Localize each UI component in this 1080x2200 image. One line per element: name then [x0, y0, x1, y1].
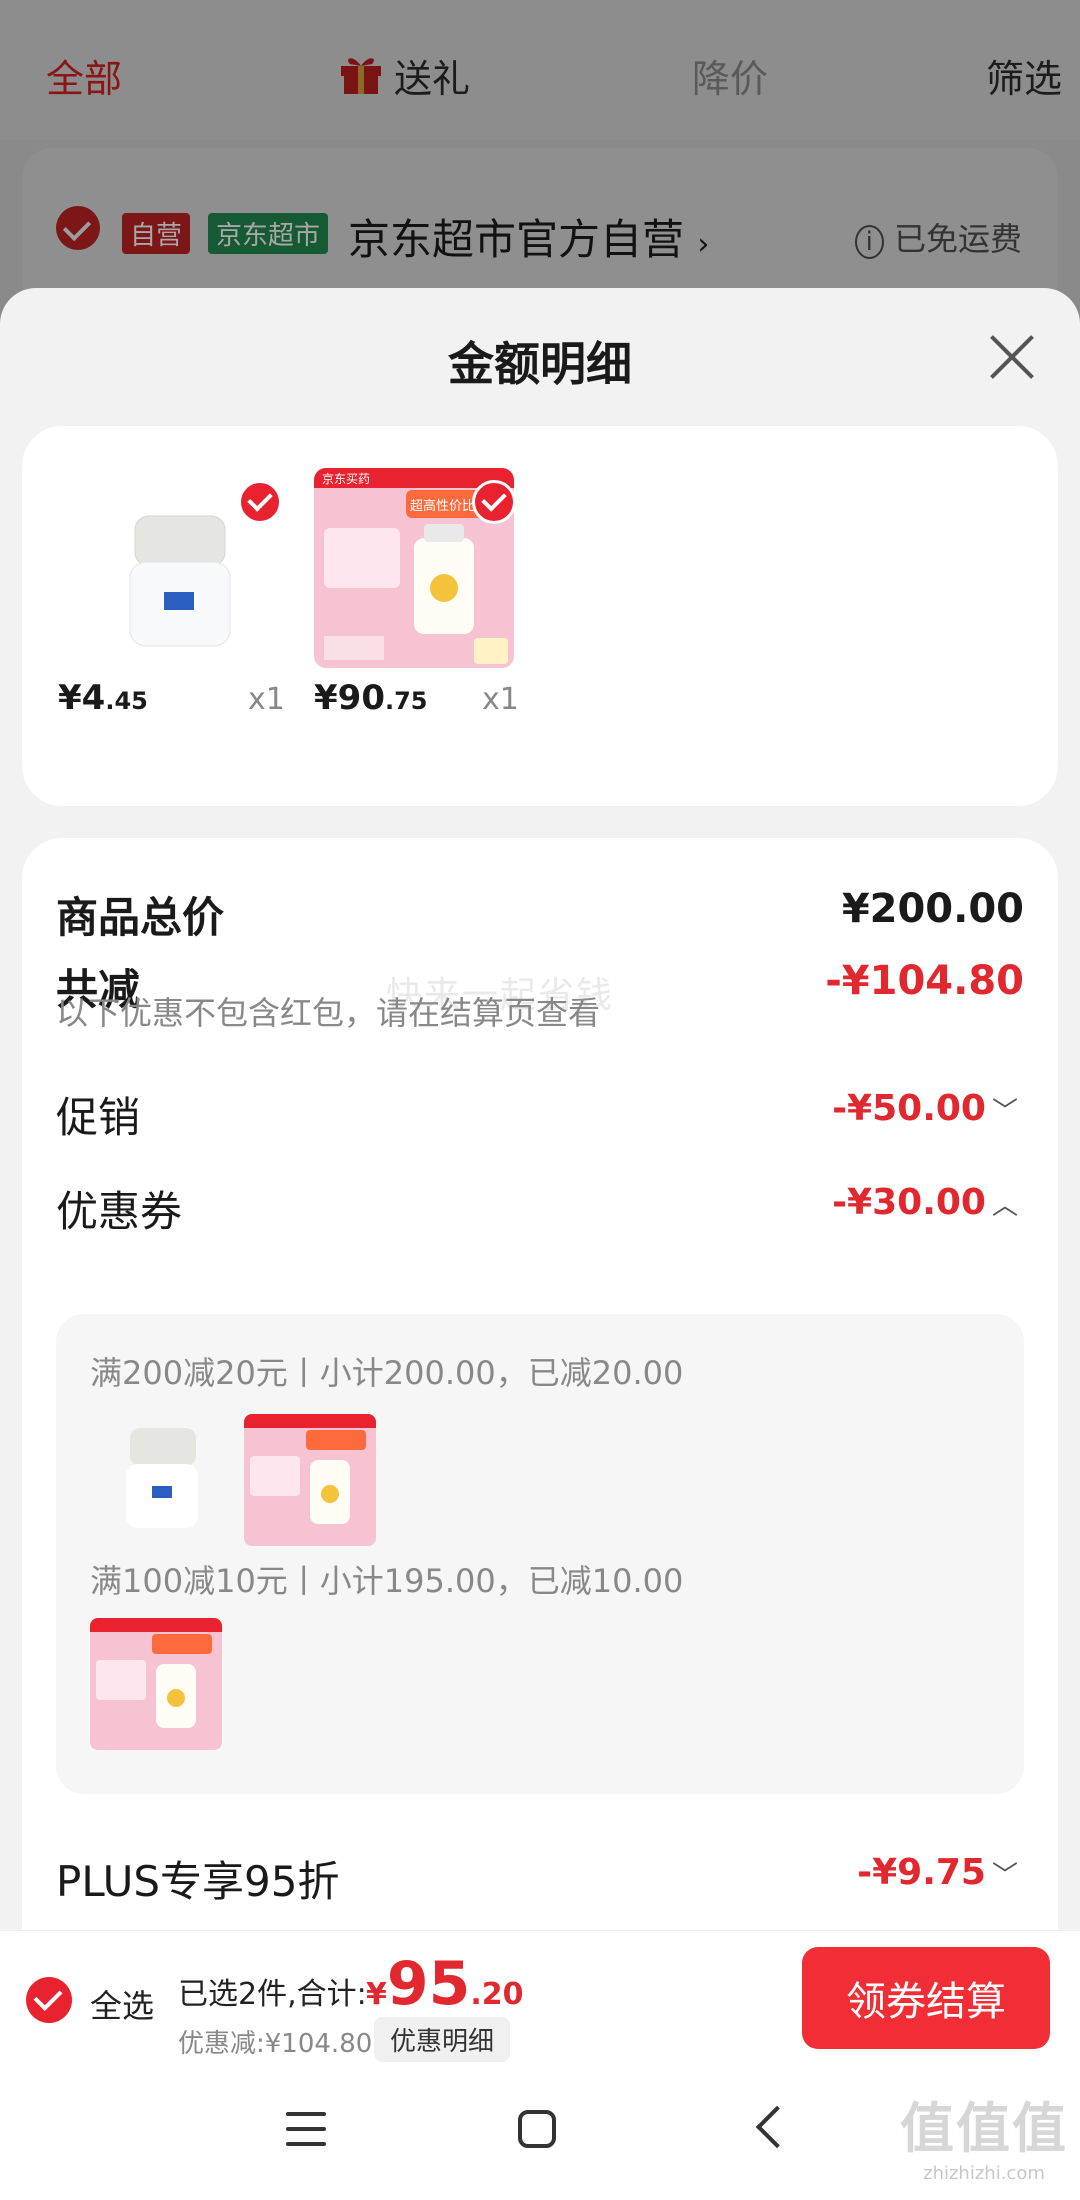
system-nav-bar: 值值值 zhizhizhi.com	[0, 2066, 1080, 2200]
self-operated-tag: 自营	[122, 213, 191, 254]
checkout-bar: 全选 已选2件,合计: ¥95.20 优惠减:¥104.80 优惠明细 领券结算	[0, 1930, 1080, 2067]
menu-icon[interactable]	[286, 2112, 326, 2150]
tab-price-drop[interactable]: 降价	[692, 48, 768, 103]
promo-product-icon	[90, 1618, 222, 1750]
promo-value[interactable]: -¥50.00 ﹀	[832, 1088, 1018, 1129]
svg-text:超高性价比: 超高性价比	[410, 498, 475, 514]
promo-label[interactable]: 促销	[56, 1084, 140, 1145]
site-watermark: 值值值 zhizhizhi.com	[900, 2097, 1068, 2184]
back-icon[interactable]	[755, 2105, 799, 2149]
home-icon[interactable]	[518, 2110, 556, 2148]
total-label: 商品总价	[56, 893, 225, 942]
coupon-line: 满200减20元丨小计200.00，已减20.00	[90, 1354, 684, 1392]
product-qty: x1	[248, 682, 285, 717]
total-value: ¥200.00	[841, 886, 1024, 932]
close-icon[interactable]	[988, 332, 1036, 380]
product-item[interactable]	[80, 468, 282, 668]
product-card: ¥4.45 x1 京东买药 超高性价比 ¥90.75 x1	[22, 426, 1058, 806]
tab-all[interactable]: 全部	[46, 48, 122, 103]
supermarket-tag: 京东超市	[208, 213, 329, 254]
product-check-icon[interactable]	[238, 480, 282, 524]
selected-count: 已选2件,合计:	[178, 1977, 367, 2012]
checkout-button[interactable]: 领券结算	[802, 1947, 1050, 2049]
plus-value[interactable]: -¥9.75 ﹀	[857, 1852, 1018, 1893]
product-price: ¥4.45	[58, 678, 148, 718]
store-name[interactable]: 京东超市官方自营 ›	[348, 206, 709, 267]
info-icon: i	[854, 225, 884, 259]
plus-label[interactable]: PLUS专享95折	[56, 1848, 339, 1909]
tab-filter[interactable]: 筛选	[986, 48, 1062, 103]
svg-text:京东买药: 京东买药	[322, 472, 370, 486]
free-shipping: i 已免运费	[854, 214, 1022, 260]
select-all-label[interactable]: 全选	[90, 1981, 154, 2027]
coupon-line: 满100减10元丨小计195.00，已减10.00	[90, 1562, 684, 1600]
product-check-icon[interactable]	[472, 480, 516, 524]
store-check-icon[interactable]	[56, 206, 100, 250]
coupon-value[interactable]: -¥30.00 ︿	[832, 1182, 1018, 1223]
select-all-check-icon[interactable]	[26, 1977, 72, 2023]
chevron-up-icon: ︿	[991, 1191, 1018, 1221]
sheet-title: 金额明细	[448, 337, 632, 391]
jar-product-icon	[96, 1414, 228, 1546]
chevron-down-icon: ﹀	[991, 1861, 1018, 1891]
coupon-label[interactable]: 优惠券	[56, 1178, 182, 1239]
discount-amount: 优惠减:¥104.80	[178, 2029, 373, 2059]
product-qty: x1	[482, 682, 519, 717]
discount-note: 以下优惠不包含红包，请在结算页查看	[56, 994, 601, 1032]
gift-icon	[341, 58, 381, 94]
reduce-value: -¥104.80	[825, 958, 1024, 1004]
discount-detail-button[interactable]: 优惠明细	[374, 2017, 511, 2062]
total-amount: ¥95.20	[366, 1949, 524, 2019]
tab-gift[interactable]: 送礼	[394, 48, 470, 103]
product-price: ¥90.75	[314, 678, 428, 718]
coupon-detail: 满200减20元丨小计200.00，已减20.00 满100减10元丨小计195…	[56, 1314, 1024, 1794]
promo-product-icon	[244, 1414, 376, 1546]
amount-detail-sheet: 金额明细 ¥4.45 x1 京东买药 超高性价比 ¥90.75 x1 商品总价 …	[0, 288, 1080, 1930]
price-summary: 商品总价 ¥200.00 快来一起省钱 共减 -¥104.80 以下优惠不包含红…	[22, 838, 1058, 1930]
tab-bar: 全部 送礼 降价 筛选	[0, 0, 1080, 140]
product-item[interactable]: 京东买药 超高性价比	[314, 468, 516, 668]
chevron-down-icon: ﹀	[991, 1097, 1018, 1127]
